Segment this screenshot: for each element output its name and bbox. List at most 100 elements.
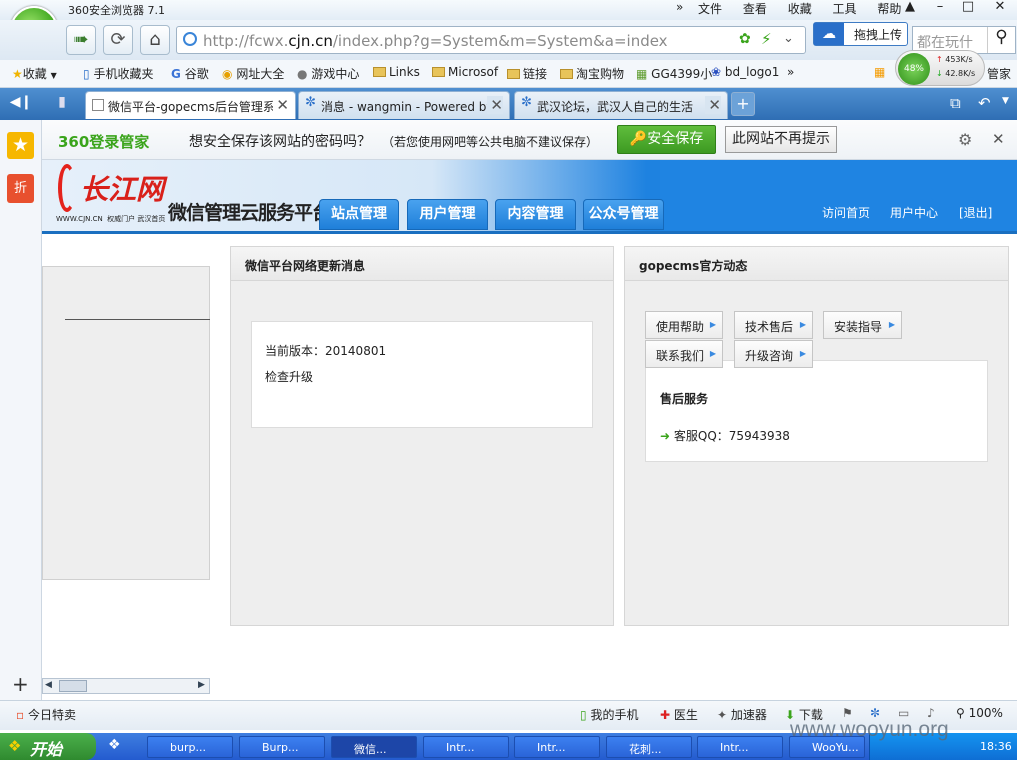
folder-icon	[373, 67, 386, 77]
fav-more[interactable]: »	[787, 65, 794, 79]
tab-messages[interactable]: ✼ 消息 - wangmin - Powered by ✕	[298, 91, 510, 119]
download-speed: ↓ 42.8K/s	[936, 69, 976, 78]
btn-upgrade-consult[interactable]: 升级咨询	[734, 340, 813, 368]
speed-mode-icon[interactable]: ⚡	[761, 30, 772, 48]
undo-icon[interactable]: ↶	[978, 94, 991, 112]
close-tab-icon[interactable]: ✕	[487, 96, 503, 114]
scroll-thumb[interactable]	[59, 680, 87, 692]
fav-hao[interactable]: ◉ 网址大全	[222, 65, 284, 82]
zoom-level[interactable]: ⚲ 100%	[956, 706, 1003, 720]
menu-favorites[interactable]: 收藏	[788, 2, 812, 16]
task-intr-1[interactable]: Intr...	[423, 736, 509, 758]
back-button[interactable]: ➠	[66, 25, 96, 55]
skin-icon[interactable]: ▲	[896, 0, 924, 16]
status-my-phone[interactable]: ▯ 我的手机	[580, 706, 638, 723]
gear-icon[interactable]: ⚙	[958, 130, 972, 149]
fav-links[interactable]: Links	[373, 65, 420, 79]
check-update-link[interactable]: 检查升级	[265, 368, 313, 385]
fav-collect[interactable]: ★收藏 ▼	[12, 65, 57, 82]
drag-upload-button[interactable]: ☁ 拖拽上传	[813, 22, 908, 46]
fav-games[interactable]: ● 游戏中心	[297, 65, 359, 82]
chevron-down-icon[interactable]: ▼	[1002, 96, 1009, 106]
scroll-left-icon[interactable]: ◀	[45, 680, 52, 690]
tab-wechat-admin[interactable]: 微信平台-gopecms后台管理系 ✕	[85, 91, 296, 119]
task-burp[interactable]: Burp...	[239, 736, 325, 758]
start-button[interactable]: ❖ 开始	[0, 733, 96, 760]
folder-icon	[507, 69, 520, 79]
network-speed-widget[interactable]: 48% ↑ 453K/s ↓ 42.8K/s	[895, 50, 985, 86]
chevron-menu-icon[interactable]: »	[676, 0, 683, 14]
fav-mobile[interactable]: ▯ 手机收藏夹	[83, 65, 153, 82]
new-tab-button[interactable]: +	[731, 92, 755, 116]
page-icon	[92, 99, 104, 111]
tab-wuhan-forum[interactable]: ✼ 武汉论坛，武汉人自己的生活 ✕	[514, 91, 728, 119]
sidebar-toggle-icon[interactable]: ◀❙	[6, 94, 36, 116]
horizontal-scrollbar[interactable]: ◀ ▶	[42, 678, 210, 694]
task-burp-folder[interactable]: burp...	[147, 736, 233, 758]
add-sidebar-icon[interactable]: +	[12, 672, 29, 696]
cjn-logo[interactable]: 长江网	[80, 168, 164, 208]
fav-taobao[interactable]: 淘宝购物	[560, 65, 624, 82]
menu-view[interactable]: 查看	[743, 2, 767, 16]
never-ask-button[interactable]: 此网站不再提示	[725, 126, 837, 153]
home-button[interactable]: ⌂	[140, 25, 170, 55]
secure-save-button[interactable]: 🔑安全保存	[617, 125, 716, 154]
tab-label: 消息 - wangmin - Powered by	[321, 100, 494, 114]
maximize-button[interactable]: □	[954, 0, 982, 16]
minimize-button[interactable]: –	[926, 0, 954, 16]
btn-contact[interactable]: 联系我们	[645, 340, 723, 368]
fav-links-cn[interactable]: 链接	[507, 65, 547, 82]
nav-tab-content[interactable]: 内容管理	[495, 199, 576, 230]
close-tab-icon[interactable]: ✕	[705, 96, 721, 114]
folder-icon	[432, 67, 445, 77]
fav-4399[interactable]: ▦ GG4399小	[636, 65, 712, 82]
close-tab-icon[interactable]: ✕	[273, 96, 289, 114]
link-visit-home[interactable]: 访问首页	[822, 204, 870, 221]
fav-baidu[interactable]: ❀ bd_logo1	[711, 65, 779, 79]
gift-icon: ▫	[16, 708, 25, 722]
google-icon: G	[171, 67, 181, 81]
apps-icon[interactable]: ▦	[874, 65, 885, 79]
tab-list-icon[interactable]: ▮	[50, 94, 74, 116]
left-frame-divider	[65, 319, 210, 320]
scroll-right-icon[interactable]: ▶	[198, 680, 205, 690]
speed-percent: 48%	[898, 53, 930, 85]
btn-tech-support[interactable]: 技术售后	[734, 311, 813, 339]
fav-google[interactable]: G 谷歌	[171, 65, 209, 82]
nav-tab-users[interactable]: 用户管理	[407, 199, 488, 230]
task-intr-3[interactable]: Intr...	[697, 736, 783, 758]
link-logout[interactable]: [退出]	[959, 204, 992, 221]
security-icon[interactable]: ✿	[739, 31, 751, 47]
menu-tools[interactable]: 工具	[833, 2, 857, 16]
status-today-deals[interactable]: ▫ 今日特卖	[16, 706, 76, 723]
ie-icon: ✼	[305, 95, 316, 110]
task-wechat-browser[interactable]: 微信...	[331, 736, 417, 758]
folder-icon	[560, 69, 573, 79]
chevron-down-icon[interactable]: ⌄	[783, 31, 794, 46]
task-huaci[interactable]: 花刺...	[606, 736, 692, 758]
fav-microsoft[interactable]: Microsof	[432, 65, 498, 79]
paw-icon: ❀	[711, 65, 722, 79]
task-intr-2[interactable]: Intr...	[514, 736, 600, 758]
quicklaunch-icon[interactable]: ❖	[108, 737, 132, 757]
medical-icon: ✚	[660, 708, 671, 722]
search-icon[interactable]: ⚲	[987, 27, 1015, 53]
address-bar[interactable]: http://fcwx.cjn.cn/index.php?g=System&m=…	[176, 26, 806, 54]
nav-tab-official-accounts[interactable]: 公众号管理	[583, 199, 664, 230]
cloud-icon: ☁	[814, 23, 844, 45]
nav-tab-site[interactable]: 站点管理	[319, 199, 399, 230]
favorites-star-icon[interactable]: ★	[7, 132, 34, 159]
restore-tab-icon[interactable]: ⧉	[950, 94, 961, 112]
close-icon[interactable]: ✕	[992, 130, 1005, 148]
fav-guard[interactable]: 管家	[987, 65, 1011, 82]
btn-help[interactable]: 使用帮助	[645, 311, 723, 339]
btn-install-guide[interactable]: 安装指导	[823, 311, 902, 339]
link-user-center[interactable]: 用户中心	[890, 204, 938, 221]
menu-file[interactable]: 文件	[698, 2, 722, 16]
status-accelerator[interactable]: ✦ 加速器	[717, 706, 767, 723]
discount-icon[interactable]: 折	[7, 174, 34, 203]
refresh-button[interactable]: ⟳	[103, 25, 133, 55]
close-window-button[interactable]: ✕	[986, 0, 1014, 16]
status-doctor[interactable]: ✚ 医生	[660, 706, 698, 723]
page-icon	[183, 32, 197, 46]
